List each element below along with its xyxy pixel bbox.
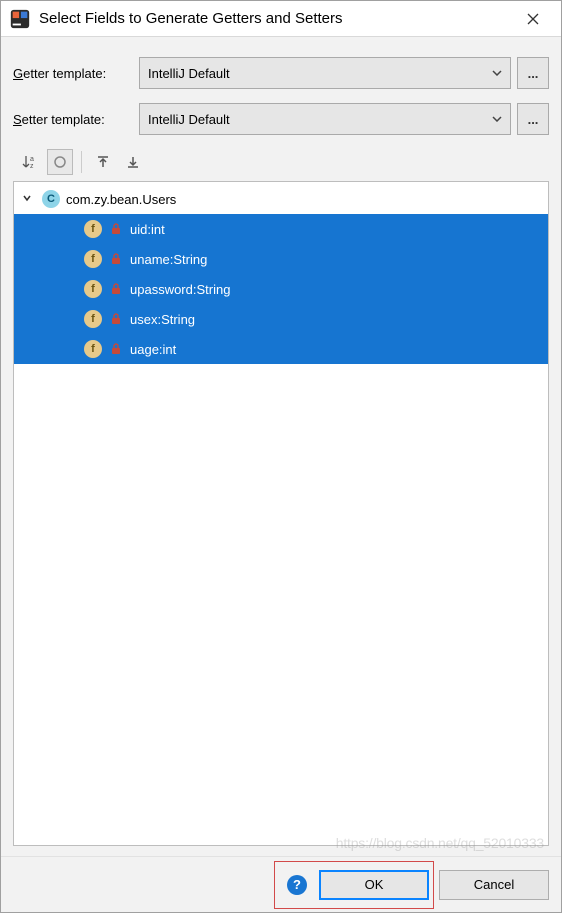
dialog-footer: ? OK Cancel — [1, 856, 561, 912]
field-icon: f — [84, 340, 102, 358]
lock-icon — [110, 283, 122, 295]
setter-template-browse-button[interactable]: ... — [517, 103, 549, 135]
app-icon — [9, 8, 31, 30]
field-icon: f — [84, 280, 102, 298]
ok-button[interactable]: OK — [319, 870, 429, 900]
tree-field-node[interactable]: f uage:int — [14, 334, 548, 364]
dialog-content: Getter template: IntelliJ Default ... Se… — [1, 37, 561, 856]
sort-alpha-button[interactable]: a z — [17, 149, 43, 175]
field-icon: f — [84, 250, 102, 268]
close-icon[interactable] — [513, 5, 553, 33]
tree-field-node[interactable]: f usex:String — [14, 304, 548, 334]
expand-all-button[interactable] — [90, 149, 116, 175]
tree-field-node[interactable]: f upassword:String — [14, 274, 548, 304]
getter-template-combo[interactable]: IntelliJ Default — [139, 57, 511, 89]
setter-template-label: Setter template: — [13, 112, 133, 127]
toolbar-divider — [81, 151, 82, 173]
cancel-button[interactable]: Cancel — [439, 870, 549, 900]
tree-field-node[interactable]: f uid:int — [14, 214, 548, 244]
svg-text:z: z — [30, 163, 34, 170]
class-name-label: com.zy.bean.Users — [66, 192, 176, 207]
field-icon: f — [84, 220, 102, 238]
dialog-window: Select Fields to Generate Getters and Se… — [0, 0, 562, 913]
fields-tree[interactable]: C com.zy.bean.Users f uid:int f uname:Strin… — [13, 181, 549, 846]
getter-template-label: Getter template: — [13, 66, 133, 81]
field-label: upassword:String — [130, 282, 230, 297]
field-label: uage:int — [130, 342, 176, 357]
tree-class-node[interactable]: C com.zy.bean.Users — [14, 184, 548, 214]
field-label: uid:int — [130, 222, 165, 237]
show-classes-button[interactable] — [47, 149, 73, 175]
field-label: usex:String — [130, 312, 195, 327]
chevron-down-icon — [492, 67, 502, 79]
chevron-down-icon[interactable] — [22, 193, 36, 206]
lock-icon — [110, 253, 122, 265]
collapse-all-button[interactable] — [120, 149, 146, 175]
watermark-text: https://blog.csdn.net/qq_52010333 — [336, 835, 544, 851]
dialog-title: Select Fields to Generate Getters and Se… — [39, 10, 513, 27]
titlebar: Select Fields to Generate Getters and Se… — [1, 1, 561, 37]
field-label: uname:String — [130, 252, 207, 267]
chevron-down-icon — [492, 113, 502, 125]
toolbar: a z — [13, 149, 549, 181]
lock-icon — [110, 223, 122, 235]
setter-template-value: IntelliJ Default — [148, 112, 230, 127]
field-icon: f — [84, 310, 102, 328]
lock-icon — [110, 343, 122, 355]
svg-text:a: a — [30, 156, 34, 163]
getter-template-value: IntelliJ Default — [148, 66, 230, 81]
setter-template-combo[interactable]: IntelliJ Default — [139, 103, 511, 135]
tree-field-node[interactable]: f uname:String — [14, 244, 548, 274]
getter-template-browse-button[interactable]: ... — [517, 57, 549, 89]
lock-icon — [110, 313, 122, 325]
class-icon: C — [42, 190, 60, 208]
setter-template-row: Setter template: IntelliJ Default ... — [13, 103, 549, 135]
help-icon[interactable]: ? — [287, 875, 307, 895]
getter-template-row: Getter template: IntelliJ Default ... — [13, 57, 549, 89]
